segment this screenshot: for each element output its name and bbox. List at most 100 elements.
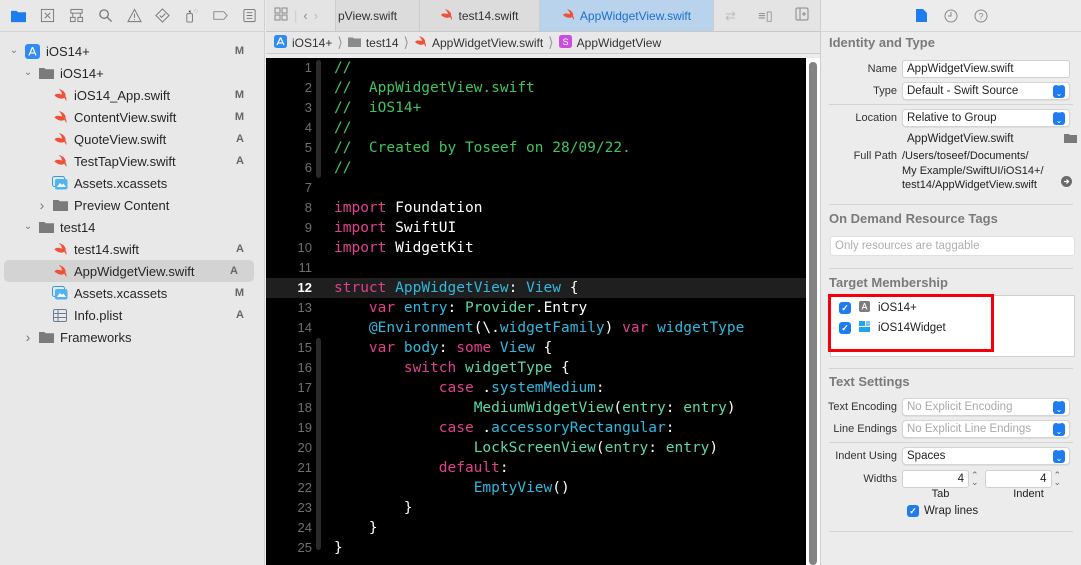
tab-width-field[interactable]: 4 <box>902 470 969 488</box>
location-popup[interactable]: Relative to Group ⌃ ⌄ <box>902 109 1070 127</box>
navigator-item[interactable]: › Frameworks <box>0 326 264 348</box>
code-line[interactable]: 9 import SwiftUI <box>266 218 806 238</box>
disclosure-open-icon[interactable]: ⌄ <box>8 46 20 56</box>
navigator-item[interactable]: ⌄ test14 <box>0 216 264 238</box>
breadcrumb-symbol[interactable]: AppWidgetView <box>577 36 662 50</box>
code-token: Entry <box>543 300 588 316</box>
navigator-item[interactable]: ContentView.swift M <box>0 106 264 128</box>
debug-icon[interactable] <box>177 1 206 31</box>
reveal-arrow-icon[interactable] <box>1061 176 1072 192</box>
navigator-item[interactable]: Assets.xcassets <box>0 172 264 194</box>
code-area[interactable]: 1 // 2 // AppWidgetView.swift 3 // iOS14+ 4 // 5… <box>266 58 806 565</box>
folder-icon[interactable] <box>1064 131 1077 146</box>
tab-test14[interactable]: test14.swift <box>420 0 540 31</box>
vertical-scrollbar[interactable] <box>806 58 820 565</box>
breadcrumb-project[interactable]: iOS14+ <box>292 36 332 50</box>
code-line[interactable]: 19 case .accessoryRectangular: <box>266 418 806 438</box>
navigator-item[interactable]: iOS14_App.swift M <box>0 84 264 106</box>
code-token: : <box>508 280 527 296</box>
scm-status-badge: A <box>236 309 244 321</box>
folder-icon[interactable] <box>4 1 33 31</box>
navigator-item[interactable]: ⌄ iOS14+ M <box>0 40 264 62</box>
disclosure-closed-icon[interactable]: › <box>22 329 34 345</box>
breakpoint-icon[interactable] <box>206 1 235 31</box>
code-line[interactable]: 6 // <box>266 158 806 178</box>
line-endings-popup[interactable]: No Explicit Line Endings ⌃ ⌄ <box>902 420 1070 438</box>
navigator-item[interactable]: Info.plist A <box>0 304 264 326</box>
encoding-popup[interactable]: No Explicit Encoding ⌃ ⌄ <box>902 398 1070 416</box>
related-items-icon[interactable] <box>274 7 288 24</box>
code-line[interactable]: 15 var body: some View { <box>266 338 806 358</box>
back-icon[interactable]: ‹ <box>303 8 307 23</box>
tab-width-stepper[interactable]: ⌃ ⌄ <box>971 471 979 487</box>
code-line[interactable]: 17 case .systemMedium: <box>266 378 806 398</box>
test-icon[interactable] <box>148 1 177 31</box>
code-line[interactable]: 14 @Environment(\.widgetFamily) var widg… <box>266 318 806 338</box>
warning-icon[interactable] <box>120 1 149 31</box>
report-icon[interactable] <box>235 1 264 31</box>
indent-width-field[interactable]: 4 <box>984 470 1052 488</box>
navigator-item[interactable]: TestTapView.swift A <box>0 150 264 172</box>
code-line[interactable]: 21 default: <box>266 458 806 478</box>
indent-width-stepper[interactable]: ⌃ ⌄ <box>1054 471 1062 487</box>
code-line[interactable]: 20 LockScreenView(entry: entry) <box>266 438 806 458</box>
code-line[interactable]: 23 } <box>266 498 806 518</box>
navigator-item[interactable]: Assets.xcassets M <box>0 282 264 304</box>
popup-chevron-icon: ⌃ ⌄ <box>1053 84 1065 98</box>
search-icon[interactable] <box>91 1 120 31</box>
navigator-item-label: iOS14_App.swift <box>74 87 171 103</box>
code-line[interactable]: 4 // <box>266 118 806 138</box>
breadcrumb-file[interactable]: AppWidgetView.swift <box>432 36 543 50</box>
navigator-item[interactable]: QuoteView.swift A <box>0 128 264 150</box>
help-icon[interactable]: ? <box>973 8 989 24</box>
line-number: 19 <box>297 420 312 435</box>
code-line[interactable]: 24 } <box>266 518 806 538</box>
code-line[interactable]: 3 // iOS14+ <box>266 98 806 118</box>
hierarchy-icon[interactable] <box>62 1 91 31</box>
code-line[interactable]: 16 switch widgetType { <box>266 358 806 378</box>
file-inspector-icon[interactable] <box>913 8 929 24</box>
code-line[interactable]: 2 // AppWidgetView.swift <box>266 78 806 98</box>
disclosure-closed-icon[interactable]: › <box>36 197 48 213</box>
code-token: Foundation <box>386 200 483 216</box>
line-number: 5 <box>304 140 312 155</box>
wrap-lines-row[interactable]: ✓ Wrap lines <box>907 505 978 517</box>
code-line[interactable]: 7 <box>266 178 806 198</box>
scroll-thumb[interactable] <box>809 62 817 565</box>
code-line[interactable]: 10 import WidgetKit <box>266 238 806 258</box>
line-number: 23 <box>297 500 312 515</box>
adjust-editor-icon[interactable]: ≡▯ <box>758 8 773 24</box>
code-line[interactable]: 11 <box>266 258 806 278</box>
history-icon[interactable] <box>943 8 959 24</box>
swift-icon <box>562 8 575 23</box>
code-line[interactable]: 5 // Created by Toseef on 28/09/22. <box>266 138 806 158</box>
navigator-item[interactable]: › Preview Content <box>0 194 264 216</box>
disclosure-open-icon[interactable]: ⌄ <box>22 222 34 232</box>
disclosure-open-icon[interactable]: ⌄ <box>22 68 34 78</box>
breadcrumb-group[interactable]: test14 <box>366 36 399 50</box>
indent-using-popup[interactable]: Spaces ⌃ ⌄ <box>902 447 1070 465</box>
name-field[interactable]: AppWidgetView.swift <box>902 60 1070 78</box>
odr-tags-field[interactable]: Only resources are taggable <box>830 236 1075 256</box>
navigator-item[interactable]: test14.swift A <box>0 238 264 260</box>
code-line[interactable]: 25} <box>266 538 806 558</box>
code-text: LockScreenView(entry: entry) <box>334 438 718 458</box>
code-line[interactable]: 8 import Foundation <box>266 198 806 218</box>
tab-appwidgetview[interactable]: AppWidgetView.swift <box>540 0 714 31</box>
tab-partial[interactable]: pView.swift <box>336 0 420 31</box>
wrap-lines-checkbox[interactable]: ✓ <box>907 505 919 517</box>
code-line[interactable]: 1 // <box>266 58 806 78</box>
struct-icon: S <box>558 34 572 51</box>
code-line[interactable]: 18 MediumWidgetView(entry: entry) <box>266 398 806 418</box>
split-editor-icon[interactable] <box>795 7 809 24</box>
source-control-icon[interactable] <box>33 1 62 31</box>
forward-icon[interactable]: › <box>314 8 318 23</box>
type-popup[interactable]: Default - Swift Source ⌃ ⌄ <box>902 82 1070 100</box>
code-line[interactable]: 12 struct AppWidgetView: View { <box>266 278 806 298</box>
code-line[interactable]: 22 EmptyView() <box>266 478 806 498</box>
navigator-item[interactable]: ⌄ iOS14+ <box>0 62 264 84</box>
code-line[interactable]: 13 var entry: Provider.Entry <box>266 298 806 318</box>
navigator-item[interactable]: AppWidgetView.swift A <box>4 260 254 282</box>
swap-icon[interactable]: ⇄ <box>725 8 736 24</box>
code-token: . <box>534 300 544 316</box>
